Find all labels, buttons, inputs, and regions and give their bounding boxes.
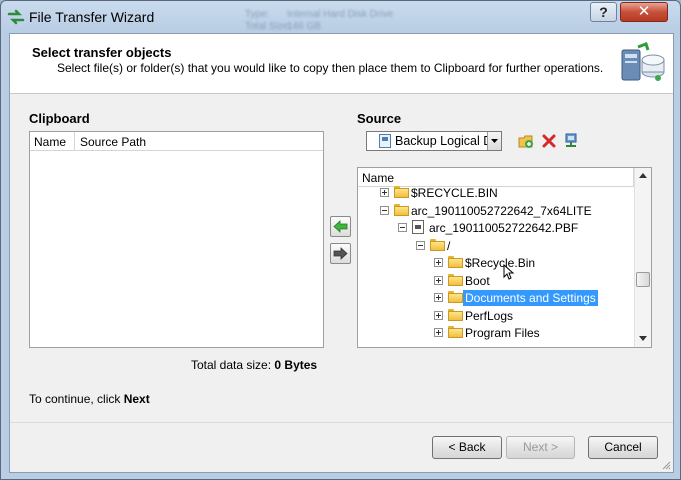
clipboard-label: Clipboard [29,111,90,126]
tree-node-label[interactable]: Documents and Settings [463,290,598,306]
image-file-icon [412,220,424,234]
folder-icon [448,256,463,268]
folder-icon [448,308,463,321]
remove-from-clipboard-button[interactable] [330,243,351,264]
total-data-size: Total data size: 0 Bytes [191,358,318,372]
column-source-path[interactable]: Source Path [80,135,146,149]
expand-icon[interactable] [434,310,443,320]
column-name[interactable]: Name [362,171,394,185]
delete-source-icon[interactable] [541,133,557,149]
scroll-up-icon[interactable] [639,173,647,178]
page-title: Select transfer objects [32,45,172,60]
arrow-left-icon [333,220,348,233]
backup-drive-icon [379,134,391,148]
tree-node[interactable]: Program Files [358,324,634,341]
close-button[interactable]: ✕ [620,2,668,22]
add-to-clipboard-button[interactable] [330,216,351,237]
expand-icon[interactable] [434,258,443,267]
tree-node-label[interactable]: / [445,238,452,254]
network-source-icon[interactable] [563,133,579,149]
chevron-down-icon[interactable] [487,132,501,150]
arrow-right-icon [333,247,348,260]
background-size-label: Total Size: [245,21,292,32]
add-source-icon[interactable] [518,133,534,149]
tree-node-label[interactable]: PerfLogs [463,308,515,324]
background-type-label: Type: [245,9,270,20]
tree-node[interactable]: Boot [358,272,634,289]
wizard-header: Select transfer objects Select file(s) o… [10,34,673,94]
total-data-size-value: 0 Bytes [274,358,318,372]
continue-hint: To continue, click Next [29,392,150,406]
column-name[interactable]: Name [34,135,66,149]
footer-divider [10,422,673,423]
tree-node-label[interactable]: arc_190110052722642.PBF [427,220,580,236]
expand-icon[interactable] [434,275,443,285]
source-tree[interactable]: Name $RECYCLE.BIN arc_190110052722642_7x6… [357,167,652,348]
folder-open-icon [430,238,445,251]
expand-icon[interactable] [434,328,443,337]
cancel-button[interactable]: Cancel [588,436,658,459]
background-size-value: 146 GB [287,21,321,32]
tree-node-label[interactable]: arc_190110052722642_7x64LITE [409,203,594,219]
folder-icon [448,291,463,303]
scrollbar-thumb[interactable] [636,272,650,287]
next-button[interactable]: Next > [506,436,575,459]
mouse-cursor-icon [503,264,515,280]
scroll-down-icon[interactable] [639,336,647,341]
tree-node[interactable]: $Recycle.Bin [358,254,634,271]
help-button[interactable]: ? [590,2,617,22]
tree-node-label[interactable]: Boot [463,273,492,289]
folder-icon [394,186,409,198]
clipboard-list[interactable]: Name Source Path [29,131,324,348]
wizard-client-area: Select transfer objects Select file(s) o… [9,33,674,473]
folder-icon [448,273,463,286]
tree-node-label[interactable]: $Recycle.Bin [463,255,537,271]
tree-scrollbar[interactable] [634,168,651,347]
wizard-window: File Transfer Wizard Type: Internal Hard… [0,0,681,480]
tree-node-label[interactable]: Program Files [463,325,542,341]
title-bar: File Transfer Wizard Type: Internal Hard… [1,1,680,33]
resize-grip-icon[interactable] [661,460,671,470]
back-button[interactable]: < Back [432,436,502,459]
collapse-icon[interactable] [380,205,389,215]
tree-node[interactable]: arc_190110052722642_7x64LITE [358,202,634,219]
tree-node[interactable]: / [358,237,634,254]
tree-node[interactable]: $RECYCLE.BIN [358,184,634,201]
folder-icon [394,203,409,216]
source-select-value: Backup Logical Drive [395,134,487,148]
file-transfer-icon [7,9,25,25]
source-select[interactable]: Backup Logical Drive [366,131,502,151]
tree-node[interactable]: arc_190110052722642.PBF [358,219,634,236]
tree-node[interactable]: PerfLogs [358,307,634,324]
expand-icon[interactable] [434,293,443,302]
tree-node-label[interactable]: $RECYCLE.BIN [409,185,500,201]
tree-node[interactable]: Documents and Settings [358,289,634,306]
source-label: Source [357,111,402,126]
collapse-icon[interactable] [398,223,407,232]
transfer-wizard-art-icon [621,42,665,81]
window-title: File Transfer Wizard [29,9,155,25]
collapse-icon[interactable] [416,240,425,250]
page-subtitle: Select file(s) or folder(s) that you wou… [57,61,604,75]
background-type-value: Internal Hard Disk Drive [287,9,394,20]
expand-icon[interactable] [380,188,389,197]
folder-icon [448,326,463,338]
clipboard-list-header: Name Source Path [30,132,323,151]
